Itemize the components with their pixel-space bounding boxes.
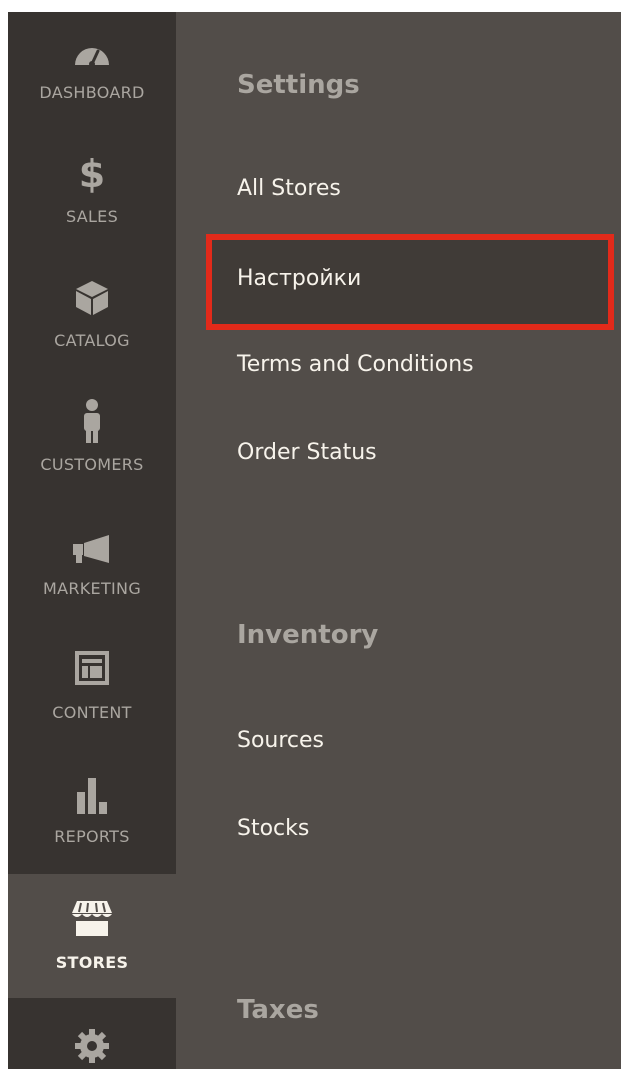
sidebar-item-label: SALES [65,207,119,226]
sidebar-item-stores[interactable]: STORES [8,874,176,998]
stores-submenu-panel: Settings All Stores Настройки Terms and … [176,12,621,1069]
sidebar-item-label: CONTENT [52,703,132,722]
section-title-taxes: Taxes [237,995,319,1025]
sidebar-item-label: CUSTOMERS [40,455,144,474]
person-icon [84,399,100,443]
sidebar-item-dashboard[interactable]: DASHBOARD [8,12,176,136]
admin-sidebar: DASHBOARD $ SALES CATALOG CUSTOMERS MARK… [8,12,176,1069]
admin-menu-frame: DASHBOARD $ SALES CATALOG CUSTOMERS MARK… [8,12,621,1069]
section-title-inventory: Inventory [237,620,379,650]
sidebar-item-label: STORES [55,953,129,972]
sidebar-item-label: REPORTS [54,827,130,846]
layout-icon [75,651,109,685]
menu-link-configuration[interactable]: Настройки [237,266,361,291]
bar-chart-icon [77,778,107,814]
sidebar-item-system[interactable] [8,998,176,1069]
gear-icon [75,1029,109,1063]
menu-link-sources[interactable]: Sources [237,728,324,753]
dollar-sign-icon: $ [78,152,106,196]
sidebar-item-customers[interactable]: CUSTOMERS [8,384,176,508]
menu-link-terms-and-conditions[interactable]: Terms and Conditions [237,352,474,377]
sidebar-item-reports[interactable]: REPORTS [8,756,176,880]
menu-link-stocks[interactable]: Stocks [237,816,309,841]
sidebar-item-label: DASHBOARD [39,83,145,102]
storefront-icon [72,901,112,936]
section-title-settings: Settings [237,70,360,100]
sidebar-item-label: CATALOG [54,331,130,350]
sidebar-item-content[interactable]: CONTENT [8,632,176,756]
box-icon [76,281,108,315]
sidebar-item-catalog[interactable]: CATALOG [8,260,176,384]
menu-link-order-status[interactable]: Order Status [237,440,377,465]
sidebar-item-label: MARKETING [42,579,142,598]
menu-link-all-stores[interactable]: All Stores [237,176,341,201]
sidebar-item-marketing[interactable]: MARKETING [8,508,176,632]
dashboard-gauge-icon [75,48,109,66]
sidebar-item-sales[interactable]: $ SALES [8,136,176,260]
megaphone-icon [73,535,109,563]
